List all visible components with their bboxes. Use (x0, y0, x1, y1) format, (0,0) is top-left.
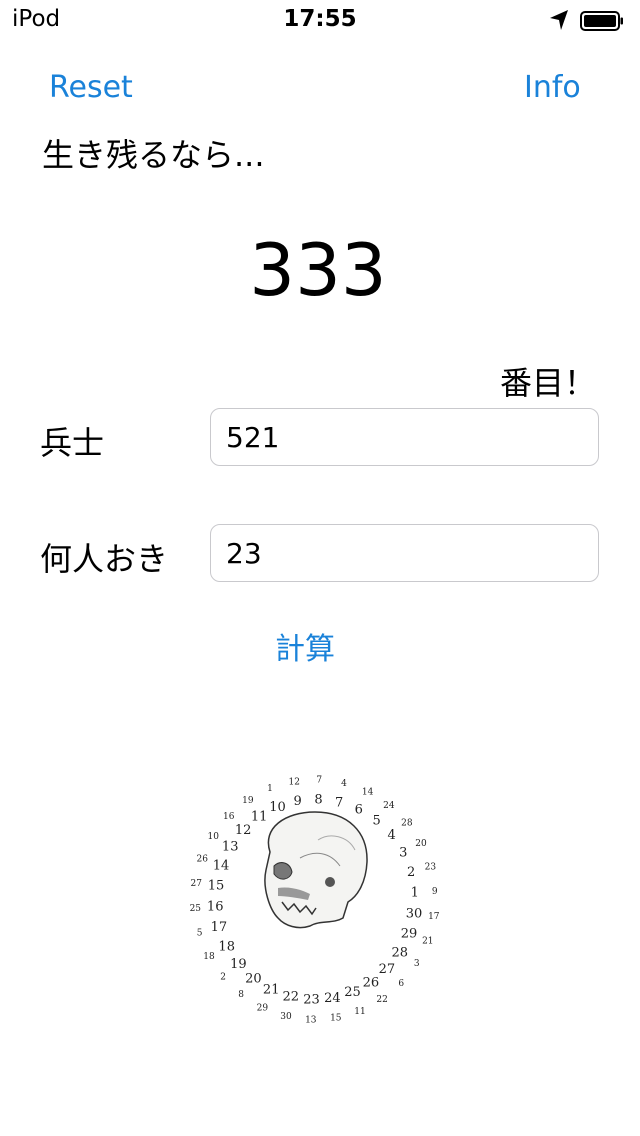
step-input[interactable] (210, 524, 599, 582)
ring-number: 17 (428, 912, 440, 922)
ring-number: 1 (411, 886, 419, 901)
ring-number: 11 (354, 1007, 365, 1017)
ring-number: 30 (406, 906, 423, 921)
josephus-illustration: 9 8 7 6543213029282726252423222120191817161… (190, 776, 440, 1026)
ring-number: 22 (283, 990, 300, 1005)
ring-number: 25 (190, 904, 201, 914)
ring-number: 19 (230, 957, 247, 972)
soldiers-label: 兵士 (40, 424, 105, 462)
ring-number: 8 (238, 990, 244, 1000)
ring-number: 30 (280, 1012, 292, 1022)
ring-number: 13 (305, 1015, 317, 1025)
ring-number: 21 (422, 937, 433, 947)
ring-number: 26 (363, 975, 380, 990)
ring-number: 7 (335, 796, 343, 811)
ring-number: 22 (376, 995, 387, 1005)
ring-number: 14 (213, 858, 230, 873)
ring-number: 19 (242, 796, 254, 806)
ring-number: 29 (257, 1003, 269, 1013)
ring-number: 21 (263, 982, 280, 997)
result-suffix: 番目！ (500, 364, 597, 402)
ring-number: 16 (207, 900, 224, 915)
ring-number: 11 (251, 810, 268, 825)
battery-icon (580, 11, 623, 31)
ring-number: 26 (196, 855, 208, 865)
ring-number: 15 (330, 1014, 342, 1024)
ring-number: 20 (245, 971, 262, 986)
ring-number: 27 (190, 879, 202, 889)
ring-number: 20 (415, 839, 427, 849)
ring-number: 3 (414, 959, 420, 969)
ring-number: 29 (401, 927, 418, 942)
reset-button[interactable]: Reset (49, 70, 133, 105)
ring-number: 10 (269, 800, 286, 815)
ring-number: 18 (218, 939, 235, 954)
status-bar: iPod 17:55 (0, 0, 640, 40)
ring-number: 10 (207, 832, 219, 842)
step-label: 何人おき (40, 540, 169, 578)
ring-number: 23 (303, 992, 320, 1007)
ring-number: 14 (362, 788, 374, 798)
ring-number: 15 (208, 879, 225, 894)
status-time: 17:55 (283, 6, 357, 32)
soldiers-input[interactable] (210, 408, 599, 466)
ring-number: 25 (344, 985, 361, 1000)
skull-icon (264, 811, 368, 929)
ring-number: 2 (407, 865, 415, 880)
ring-number: 28 (392, 946, 409, 961)
ring-number: 16 (223, 812, 235, 822)
ring-number: 28 (401, 818, 413, 828)
ring-number: 2 (220, 973, 226, 983)
ring-number: 24 (383, 801, 395, 811)
location-arrow-icon (550, 10, 568, 30)
ring-number: 27 (379, 962, 396, 977)
ring-number: 24 (324, 991, 341, 1006)
ring-number: 13 (222, 840, 239, 855)
info-button[interactable]: Info (524, 70, 581, 105)
ring-number: 5 (197, 929, 203, 939)
ring-number: 9 (432, 887, 438, 897)
result-number: 333 (249, 228, 387, 312)
ring-number: 17 (211, 920, 228, 935)
ring-number: 6 (355, 803, 363, 818)
ring-number: 4 (341, 779, 347, 789)
ring-number: 18 (203, 952, 215, 962)
calculate-button[interactable]: 計算 (0, 624, 610, 668)
ring-number: 9 (293, 794, 301, 809)
ring-number: 6 (398, 979, 404, 989)
ring-number: 23 (425, 862, 437, 872)
ring-number: 1 (267, 784, 273, 794)
intro-text: 生き残るなら... (42, 136, 265, 174)
ring-number: 4 (387, 828, 395, 843)
ring-number: 5 (372, 814, 380, 829)
ring-number: 8 (314, 793, 322, 808)
ring-number: 12 (288, 777, 299, 787)
ring-number: 12 (235, 823, 252, 838)
ring-number: 3 (399, 846, 407, 861)
ring-number: 7 (316, 776, 322, 786)
